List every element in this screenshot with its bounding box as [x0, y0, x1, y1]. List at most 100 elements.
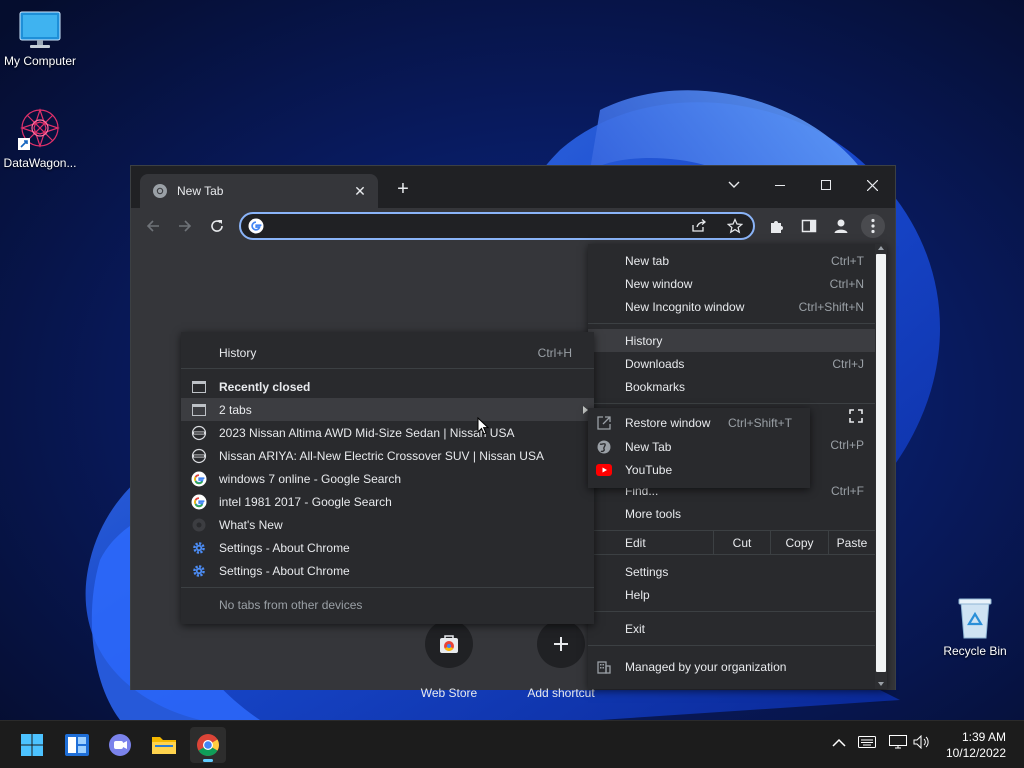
address-input[interactable] [271, 216, 671, 236]
menu-item-label: New window [625, 276, 693, 291]
web-store-icon [440, 635, 458, 653]
menu-separator [181, 587, 594, 588]
maximize-button[interactable] [803, 170, 849, 200]
close-window-button[interactable] [849, 170, 895, 200]
mouse-cursor-icon [477, 417, 489, 435]
chrome-icon [197, 734, 219, 756]
scroll-up-icon[interactable] [878, 246, 884, 250]
side-panel-button[interactable] [797, 214, 821, 238]
menu-item-history[interactable]: History [588, 329, 887, 352]
widgets-button[interactable] [59, 727, 95, 763]
history-no-tabs-other-devices: No tabs from other devices [181, 593, 594, 616]
history-entry[interactable]: windows 7 online - Google Search [181, 467, 594, 490]
chrome-icon [153, 184, 167, 198]
history-recently-closed-header: Recently closed [181, 375, 594, 398]
share-icon[interactable] [691, 219, 707, 233]
tab-close-icon[interactable]: ✕ [350, 183, 370, 200]
menu-item-label: History [219, 345, 257, 360]
history-entry[interactable]: 2023 Nissan Altima AWD Mid-Size Sedan | … [181, 421, 594, 444]
menu-item-new-window[interactable]: New window Ctrl+N [588, 272, 887, 295]
new-tab-button[interactable]: + [391, 178, 415, 202]
minimize-button[interactable] [757, 170, 803, 200]
menu-item-bookmarks[interactable]: Bookmarks [588, 375, 887, 398]
desktop-icon-my-computer[interactable]: My Computer [0, 10, 80, 68]
paste-button[interactable]: Paste [828, 531, 875, 554]
tab-new-tab[interactable]: New Tab ✕ [140, 174, 378, 208]
tab-strip: New Tab ✕ + [131, 166, 895, 208]
more-vert-icon [871, 218, 875, 234]
menu-item-new-incognito-window[interactable]: New Incognito window Ctrl+Shift+N [588, 295, 887, 318]
keyboard-icon[interactable] [858, 735, 876, 751]
menu-item-managed[interactable]: Managed by your organization [588, 655, 887, 678]
submenu-item-youtube[interactable]: YouTube [588, 458, 810, 481]
history-entry[interactable]: Nissan ARIYA: All-New Electric Crossover… [181, 444, 594, 467]
menu-item-label: Help [625, 587, 650, 602]
youtube-icon [596, 462, 612, 478]
history-entry[interactable]: Settings - About Chrome [181, 559, 594, 582]
menu-item-label: New Incognito window [625, 299, 745, 314]
menu-item-label: Settings [625, 564, 669, 579]
menu-item-shortcut: Ctrl+F [831, 483, 864, 498]
menu-item-settings[interactable]: Settings [588, 560, 887, 583]
show-hidden-icons-chevron-icon[interactable] [832, 735, 846, 751]
avatar-icon [834, 219, 848, 233]
menu-item-label: intel 1981 2017 - Google Search [219, 494, 392, 509]
datawagon-icon [18, 108, 60, 150]
history-entry-2-tabs[interactable]: 2 tabs [181, 398, 594, 421]
menu-item-label: Bookmarks [625, 379, 686, 394]
menu-item-more-tools[interactable]: More tools [588, 502, 887, 525]
plus-icon [554, 637, 568, 651]
close-icon [866, 179, 878, 191]
menu-item-label: Nissan ARIYA: All-New Electric Crossover… [219, 448, 544, 463]
monitor-icon [19, 11, 61, 48]
settings-icon [191, 563, 207, 579]
file-explorer-button[interactable] [146, 727, 182, 763]
desktop-icon-datawagon[interactable]: DataWagon... [0, 106, 80, 170]
submenu-item-restore-window[interactable]: Restore window Ctrl+Shift+T [588, 411, 810, 434]
desktop-icon-label: DataWagon... [3, 156, 77, 170]
copy-button[interactable]: Copy [770, 531, 828, 554]
start-button[interactable] [14, 727, 50, 763]
shortcut-web-store[interactable]: Web Store [394, 620, 504, 700]
star-icon[interactable] [727, 218, 743, 234]
menu-item-label: YouTube [625, 462, 673, 477]
menu-item-shortcut: Ctrl+Shift+N [798, 299, 864, 314]
nissan-icon [191, 448, 207, 464]
back-button[interactable] [141, 214, 165, 238]
menu-item-label: What's New [219, 517, 283, 532]
cut-button[interactable]: Cut [713, 531, 770, 554]
windows-start-icon [21, 734, 43, 756]
chrome-menu-button[interactable] [861, 214, 885, 238]
chrome-taskbar-button[interactable] [190, 727, 226, 763]
submenu-item-new-tab[interactable]: New Tab [588, 435, 810, 458]
menu-separator [588, 645, 887, 646]
scroll-down-icon[interactable] [878, 682, 884, 686]
google-icon [248, 218, 264, 234]
teams-chat-button[interactable] [102, 727, 138, 763]
history-entry[interactable]: Settings - About Chrome [181, 536, 594, 559]
menu-item-downloads[interactable]: Downloads Ctrl+J [588, 352, 887, 375]
volume-icon[interactable] [913, 734, 931, 752]
reload-button[interactable] [205, 214, 229, 238]
system-clock[interactable]: 1:39 AM 10/12/2022 [946, 729, 1006, 761]
history-entry[interactable]: What's New [181, 513, 594, 536]
menu-item-help[interactable]: Help [588, 583, 887, 606]
menu-item-label: Settings - About Chrome [219, 563, 350, 578]
address-bar[interactable] [239, 212, 755, 240]
extensions-button[interactable] [765, 214, 789, 238]
menu-item-shortcut: Ctrl+P [830, 437, 864, 452]
menu-item-new-tab[interactable]: New tab Ctrl+T [588, 249, 887, 272]
network-icon[interactable] [889, 735, 907, 752]
forward-button[interactable] [173, 214, 197, 238]
tab-search-button[interactable] [711, 170, 757, 200]
history-item-history[interactable]: History Ctrl+H [181, 341, 594, 364]
profile-button[interactable] [829, 214, 853, 238]
fullscreen-icon[interactable] [849, 408, 863, 423]
restore-window-icon [596, 415, 612, 431]
menu-item-exit[interactable]: Exit [588, 617, 887, 640]
settings-icon [191, 540, 207, 556]
history-entry[interactable]: intel 1981 2017 - Google Search [181, 490, 594, 513]
menu-scrollbar[interactable] [875, 244, 887, 689]
desktop-icon-recycle-bin[interactable]: Recycle Bin [935, 596, 1015, 658]
scrollbar-thumb[interactable] [876, 254, 886, 672]
